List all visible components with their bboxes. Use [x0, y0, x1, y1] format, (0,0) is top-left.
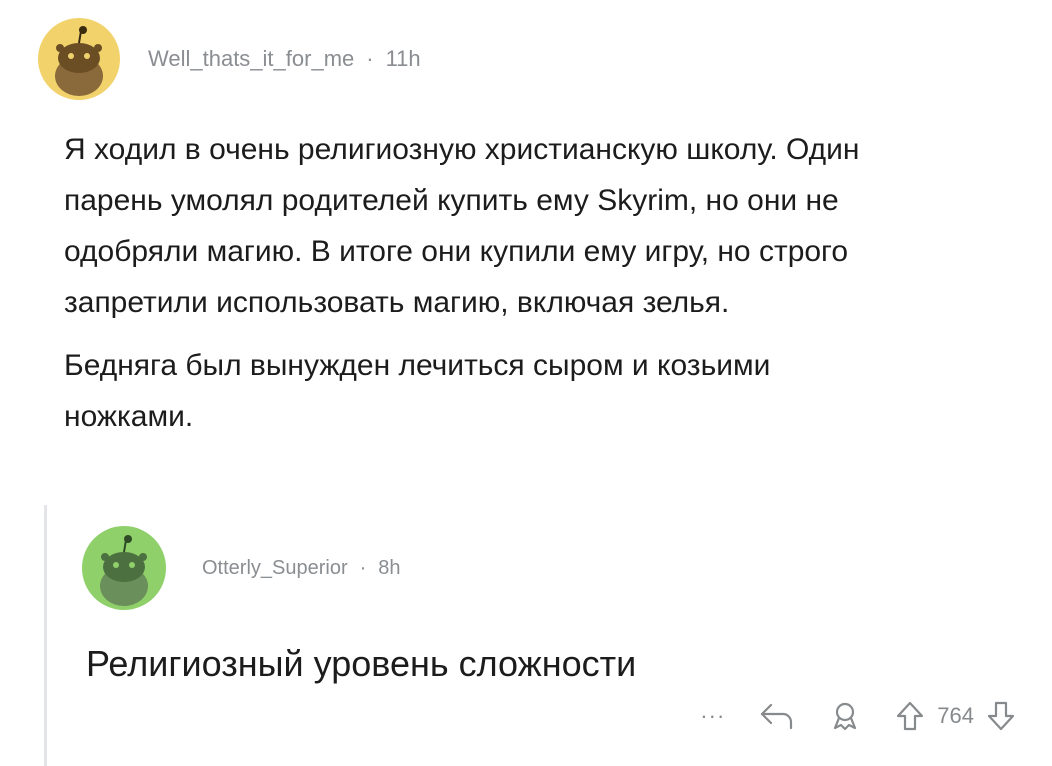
parent-paragraph-1: Я ходил в очень религиозную христианскую…	[64, 133, 860, 319]
vote-score: 764	[937, 703, 974, 728]
comment-action-bar: ··· 764	[700, 700, 1016, 732]
reply-username[interactable]: Otterly_Superior	[202, 557, 348, 580]
reply-text: Религиозный уровень сложности	[86, 643, 637, 684]
parent-comment-header: Well_thats_it_for_me · 11h	[38, 18, 421, 100]
parent-meta: Well_thats_it_for_me · 11h	[148, 46, 421, 72]
reply-comment-header: Otterly_Superior · 8h	[82, 526, 401, 610]
reply-arrow-icon[interactable]	[759, 701, 795, 731]
parent-username[interactable]: Well_thats_it_for_me	[148, 46, 354, 72]
downvote-arrow-icon[interactable]	[986, 700, 1016, 732]
reply-avatar[interactable]	[82, 526, 166, 610]
parent-avatar[interactable]	[38, 18, 120, 100]
upvote-arrow-icon[interactable]	[895, 700, 925, 732]
parent-paragraph-2: Бедняга был вынужден лечиться сыром и ко…	[64, 349, 771, 433]
reply-comment-body: Религиозный уровень сложности	[86, 640, 636, 688]
parent-timestamp[interactable]: 11h	[386, 46, 421, 72]
parent-comment-body: Я ходил в очень религиозную христианскую…	[64, 124, 984, 442]
reply-meta: Otterly_Superior · 8h	[202, 557, 401, 580]
snoo-icon	[100, 535, 148, 606]
award-icon[interactable]	[829, 700, 861, 732]
more-options-button[interactable]: ···	[700, 703, 725, 729]
thread-line[interactable]	[44, 505, 47, 766]
reply-timestamp[interactable]: 8h	[378, 557, 400, 580]
meta-separator: ·	[359, 556, 367, 579]
snoo-icon	[55, 26, 103, 96]
meta-separator: ·	[366, 46, 374, 71]
vote-control: 764	[895, 700, 1016, 732]
